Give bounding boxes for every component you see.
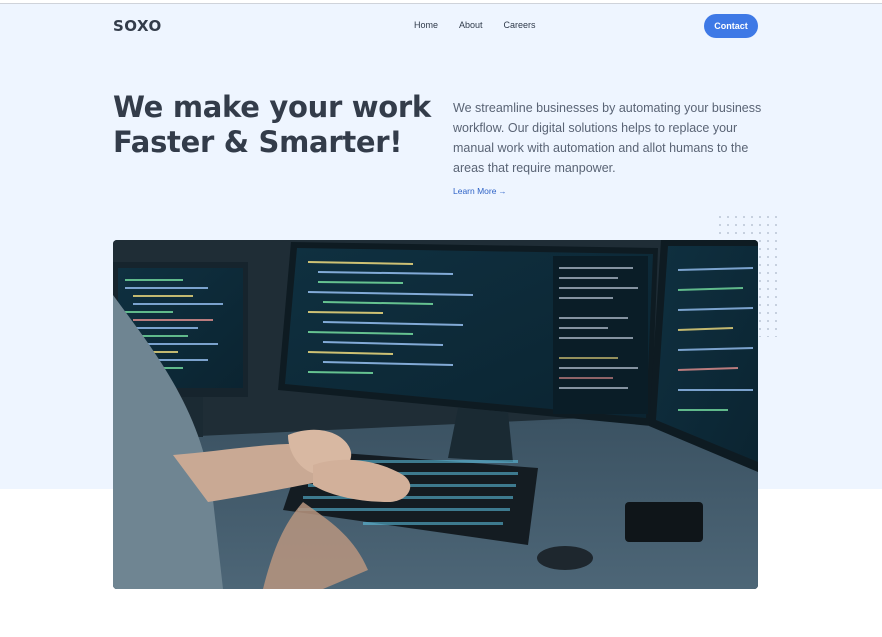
hero-headline-line-2: Faster & Smarter! bbox=[113, 125, 403, 159]
contact-button[interactable]: Contact bbox=[704, 14, 758, 38]
developer-at-workstation-illustration bbox=[113, 240, 758, 589]
nav-item-careers[interactable]: Careers bbox=[504, 20, 536, 30]
hero-image bbox=[113, 240, 758, 589]
learn-more-label: Learn More bbox=[453, 186, 497, 196]
site-header: SOXO Home About Careers Contact bbox=[113, 14, 758, 38]
hero-description: We streamline businesses by automating y… bbox=[453, 101, 762, 175]
arrow-right-icon: → bbox=[498, 187, 507, 196]
nav-item-home[interactable]: Home bbox=[414, 20, 438, 30]
hero-headline: We make your work Faster & Smarter! bbox=[113, 90, 443, 160]
nav-item-about[interactable]: About bbox=[459, 20, 483, 30]
hero-headline-line-1: We make your work bbox=[113, 90, 431, 124]
main-nav: Home About Careers bbox=[414, 20, 557, 30]
site-logo[interactable]: SOXO bbox=[113, 17, 162, 35]
learn-more-link[interactable]: Learn More → bbox=[453, 186, 506, 196]
